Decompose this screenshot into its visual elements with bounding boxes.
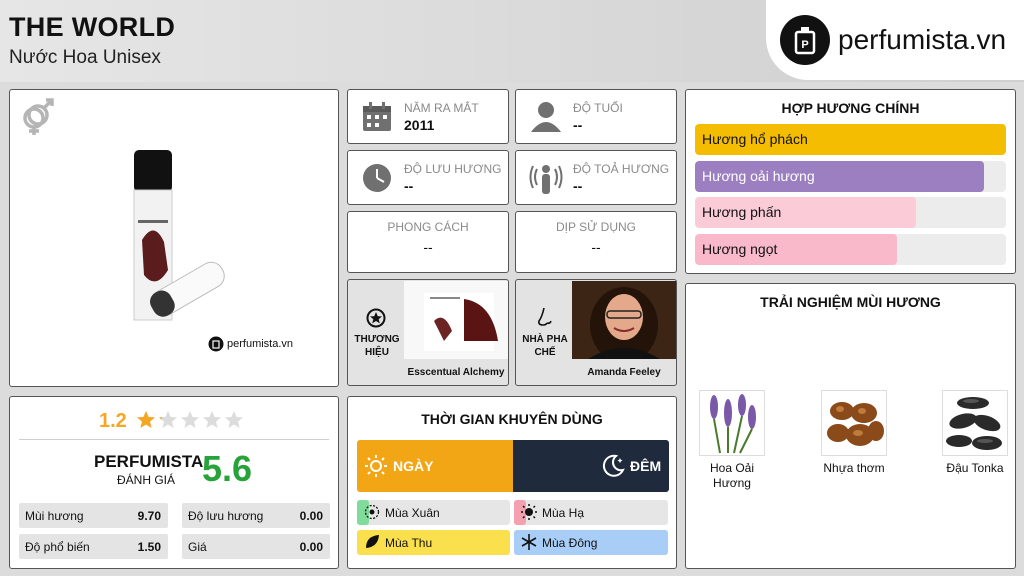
age-box: ĐỘ TUỔI -- [515,89,677,144]
perfume-bottle-logo-icon: P [780,15,830,65]
release-year-box: NĂM RA MẮT 2011 [347,89,509,144]
brand-name: Esscentual Alchemy [407,367,505,378]
star-badge-icon [366,308,386,333]
accord-bar: Hương ngọt [695,233,1006,265]
star-rating[interactable] [136,410,244,435]
lavender-image [699,390,765,456]
flower-icon [364,504,380,523]
season-autumn: Mùa Thu [357,530,510,555]
star-icon[interactable] [202,410,222,435]
leaf-icon [364,534,380,553]
logo-text: perfumista.vn [838,24,1007,55]
perfumer-name: Amanda Feeley [587,367,661,378]
accord-label: Hương ngọt [702,240,778,257]
star-icon[interactable] [180,410,200,435]
brand-box[interactable]: THƯƠNG HIỆU Esscentual Alchemy [347,279,509,386]
product-bottle-image [128,150,238,330]
brand-image [404,281,508,359]
longevity-box: ĐỘ LƯU HƯƠNG -- [347,150,509,205]
accord-bar: Hương phấn [695,197,1006,228]
page-subtitle: Nước Hoa Unisex [9,47,161,68]
star-icon[interactable] [136,410,156,435]
perfumer-box[interactable]: NHÀ PHA CHẾ Amanda Feeley [515,279,677,386]
header: THE WORLD Nước Hoa Unisex P perfumista.v… [0,0,1024,82]
stat-longevity: Độ lưu hương 0.00 [182,503,330,528]
perfumista-score: 5.6 [202,448,253,489]
perfumer-photo [572,281,676,359]
recommended-time-panel: THỜI GIAN KHUYÊN DÙNG NGÀY ĐÊM Mùa Xuân … [347,396,677,569]
person-icon [530,100,562,137]
day-block: NGÀY [357,440,513,492]
star-icon[interactable] [224,410,244,435]
calendar-icon [362,102,392,137]
tonka-image [942,390,1008,456]
image-watermark: perfumista.vn [208,336,293,352]
rating-panel: 1.2 PERFUMISTA ĐÁNH GIÁ 5.6 Mùi hương 9.7… [9,396,339,569]
sun-small-icon [521,504,537,523]
page-title: THE WORLD [9,12,176,42]
accord-bar: Hương oải hương [695,160,1006,192]
unisex-gender-icon [18,96,56,141]
note-lavender[interactable]: Hoa Oải Hương [699,390,765,491]
main-accords-panel: HỢP HƯƠNG CHÍNH Hương hổ phách Hương oải … [685,89,1016,274]
svg-text:P: P [801,39,808,51]
snowflake-icon [521,534,537,553]
season-spring: Mùa Xuân [357,500,510,525]
stat-popularity: Độ phổ biến 1.50 [19,534,168,559]
season-summer: Mùa Hạ [514,500,668,525]
accord-label: Hương oải hương [702,167,815,184]
user-rating-score: 1.2 [99,410,127,432]
logo[interactable]: P perfumista.vn [766,0,1024,80]
moon-icon [601,454,625,483]
sillage-box: ĐỘ TOẢ HƯƠNG -- [515,150,677,205]
balsam-image [821,390,887,456]
note-tonka[interactable]: Đậu Tonka [942,390,1008,476]
stat-price: Giá 0.00 [182,534,330,559]
sillage-person-icon [528,161,564,200]
night-block: ĐÊM [513,440,669,492]
product-image-panel: perfumista.vn [9,89,339,387]
note-balsam[interactable]: Nhựa thơm [821,390,887,476]
season-winter: Mùa Đông [514,530,668,555]
scent-notes-panel: TRẢI NGHIỆM MÙI HƯƠNG Hoa Oải Hương Nhựa… [685,283,1016,569]
accord-label: Hương hổ phách [702,131,808,147]
accord-bar: Hương hổ phách [695,124,1006,155]
star-icon[interactable] [158,410,178,435]
clock-icon [362,163,392,198]
occasion-box: DỊP SỬ DỤNG -- [515,211,677,273]
nose-icon [536,307,554,334]
accord-label: Hương phấn [702,204,782,220]
sun-icon [365,455,387,482]
stat-scent: Mùi hương 9.70 [19,503,168,528]
divider [19,439,329,440]
style-box: PHONG CÁCH -- [347,211,509,273]
